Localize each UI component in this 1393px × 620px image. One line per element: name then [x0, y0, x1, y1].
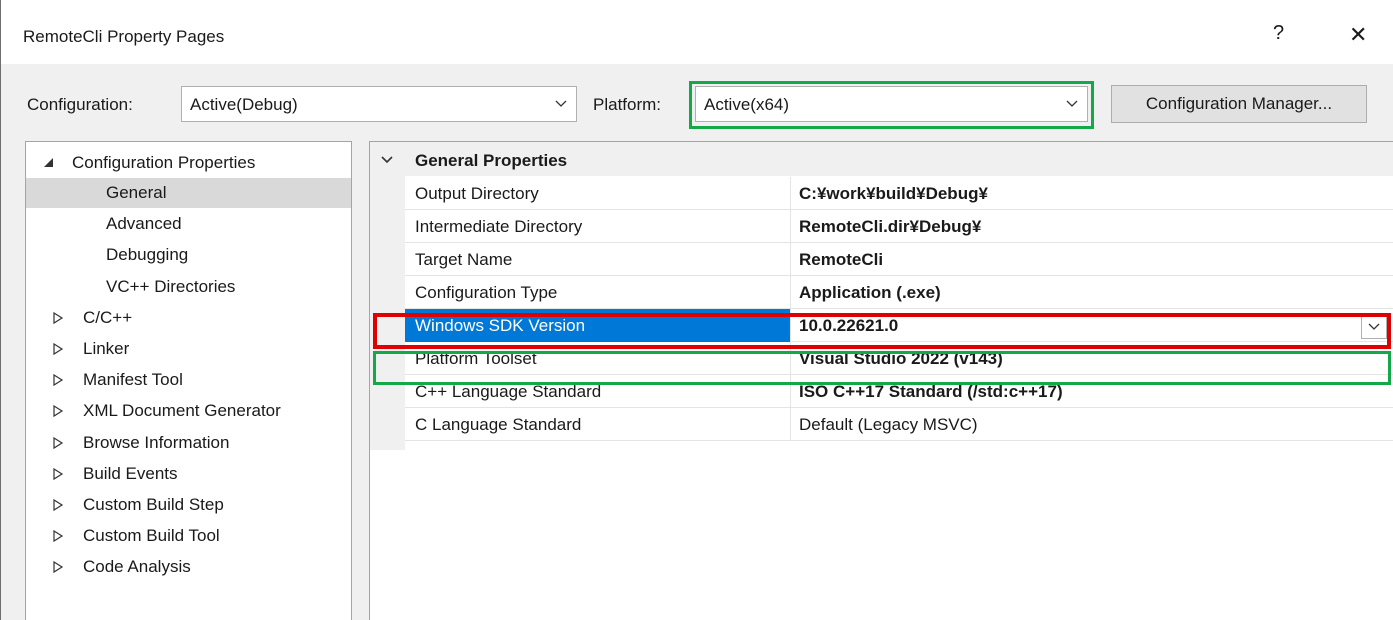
expand-triangle-icon[interactable] [52, 436, 64, 450]
tree-item-xml-document-generator[interactable]: XML Document Generator [26, 396, 351, 426]
chevron-down-icon [1368, 323, 1380, 330]
tree-item-manifest-tool[interactable]: Manifest Tool [26, 365, 351, 395]
tree-item-custom-build-tool[interactable]: Custom Build Tool [26, 521, 351, 551]
tree-item-configuration-properties[interactable]: Configuration Properties [26, 148, 351, 178]
column-separator [790, 375, 791, 408]
tree-item-label: General [106, 183, 167, 202]
tree-item-label: C/C++ [83, 307, 133, 327]
close-button[interactable]: ✕ [1349, 22, 1367, 48]
tree-item-label: Manifest Tool [83, 370, 183, 390]
property-value: RemoteCli [799, 250, 884, 269]
tree-item-linker[interactable]: Linker [26, 334, 351, 364]
tree-item-browse-information[interactable]: Browse Information [26, 428, 351, 458]
platform-dropdown[interactable]: Active(x64) [695, 86, 1088, 122]
expand-triangle-icon[interactable] [52, 529, 64, 543]
tree-item-custom-build-step[interactable]: Custom Build Step [26, 490, 351, 520]
platform-value: Active(x64) [704, 95, 790, 114]
tree-item-label: VC++ Directories [106, 276, 236, 296]
property-row-target-name[interactable]: Target Name RemoteCli [405, 243, 1393, 276]
platform-label: Platform: [593, 95, 662, 114]
property-value: RemoteCli.dir¥Debug¥ [799, 217, 982, 236]
expand-triangle-icon[interactable] [52, 342, 64, 356]
tree-item-label: Custom Build Tool [83, 526, 220, 546]
tree-item-label: Code Analysis [83, 557, 191, 577]
chevron-down-icon [1066, 100, 1078, 107]
property-name: C Language Standard [415, 415, 582, 434]
configuration-manager-button[interactable]: Configuration Manager... [1111, 85, 1367, 123]
tree-item-label: Debugging [106, 245, 189, 265]
tree-item-c-c[interactable]: C/C++ [26, 303, 351, 333]
configuration-dropdown[interactable]: Active(Debug) [181, 86, 577, 122]
tree-item-label: XML Document Generator [83, 401, 281, 421]
property-name: Configuration Type [415, 283, 558, 302]
property-value: Application (.exe) [799, 283, 941, 302]
property-tree: Configuration Properties General Advanced… [25, 141, 352, 620]
expand-triangle-icon[interactable] [52, 467, 64, 481]
property-grid: General Properties Output Directory C:¥wo… [369, 141, 1393, 620]
title-bar: RemoteCli Property Pages ? ✕ [1, 0, 1393, 64]
tree-item-build-events[interactable]: Build Events [26, 459, 351, 489]
property-row-c-language-standard[interactable]: C Language Standard Default (Legacy MSVC) [405, 408, 1393, 441]
tree-item-debugging[interactable]: Debugging [26, 240, 351, 270]
column-separator [790, 243, 791, 276]
expand-triangle-icon[interactable] [52, 373, 64, 387]
column-separator [790, 309, 791, 342]
column-separator [790, 276, 791, 309]
help-button[interactable]: ? [1273, 22, 1284, 45]
property-row-windows-sdk-version[interactable]: Windows SDK Version 10.0.22621.0 [405, 309, 1393, 342]
property-value: Default (Legacy MSVC) [799, 415, 978, 434]
property-value: 10.0.22621.0 [799, 316, 899, 335]
group-label: General Properties [415, 151, 568, 170]
tree-item-label: Linker [83, 339, 130, 358]
property-value: C:¥work¥build¥Debug¥ [799, 184, 988, 203]
chevron-down-icon [555, 100, 567, 107]
property-name: C++ Language Standard [415, 382, 602, 401]
window-title: RemoteCli Property Pages [23, 27, 225, 46]
property-pages-dialog: RemoteCli Property Pages ? ✕ Configurati… [0, 0, 1393, 620]
property-row-intermediate-directory[interactable]: Intermediate Directory RemoteCli.dir¥Debu… [405, 210, 1393, 243]
configuration-label: Configuration: [27, 95, 133, 114]
tree-item-label: Custom Build Step [83, 495, 224, 514]
property-row-c-language-standard[interactable]: C++ Language Standard ISO C++17 Standard … [405, 375, 1393, 408]
tree-item-vc-directories[interactable]: VC++ Directories [26, 272, 351, 302]
expand-triangle-icon[interactable] [52, 404, 64, 418]
tree-item-general[interactable]: General [26, 178, 351, 208]
column-separator [790, 210, 791, 243]
expand-triangle-icon[interactable] [52, 498, 64, 512]
configuration-value: Active(Debug) [190, 95, 298, 114]
tree-item-label: Advanced [106, 214, 182, 234]
property-name: Target Name [415, 250, 513, 269]
collapse-triangle-icon [44, 158, 53, 167]
tree-item-label: Configuration Properties [72, 153, 256, 172]
column-separator [790, 408, 791, 441]
tree-item-code-analysis[interactable]: Code Analysis [26, 552, 351, 582]
property-row-platform-toolset[interactable]: Platform Toolset Visual Studio 2022 (v143… [405, 342, 1393, 375]
property-value: ISO C++17 Standard (/std:c++17) [799, 382, 1063, 401]
tree-item-label: Browse Information [83, 432, 230, 452]
property-name: Windows SDK Version [415, 316, 586, 335]
property-name: Platform Toolset [415, 349, 537, 368]
property-value: Visual Studio 2022 (v143) [799, 349, 1003, 368]
grid-gutter [370, 142, 405, 450]
property-row-output-directory[interactable]: Output Directory C:¥work¥build¥Debug¥ [405, 177, 1393, 210]
property-row-configuration-type[interactable]: Configuration Type Application (.exe) [405, 276, 1393, 309]
expand-triangle-icon[interactable] [52, 560, 64, 574]
tree-item-label: Build Events [83, 463, 178, 483]
property-name: Output Directory [415, 184, 539, 203]
value-dropdown-button[interactable] [1361, 313, 1387, 339]
tree-item-advanced[interactable]: Advanced [26, 209, 351, 239]
property-name: Intermediate Directory [415, 217, 583, 236]
expand-triangle-icon[interactable] [52, 311, 64, 325]
column-separator [790, 342, 791, 375]
chevron-down-icon[interactable] [380, 155, 394, 165]
group-header-general-properties[interactable]: General Properties [370, 142, 1393, 176]
column-separator [790, 177, 791, 210]
